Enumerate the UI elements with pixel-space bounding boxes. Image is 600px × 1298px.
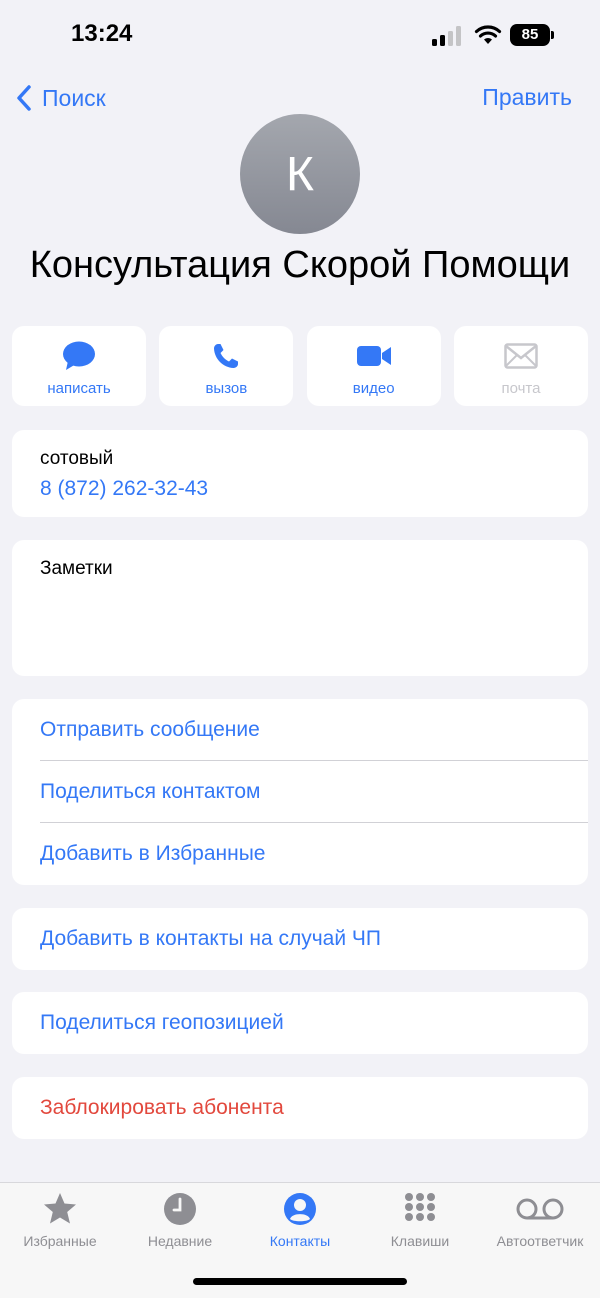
call-action-button[interactable]: вызов [159,326,294,406]
battery-indicator: 85 [510,24,556,46]
share-contact-row[interactable]: Поделиться контактом [12,761,588,823]
tab-contacts-label: Контакты [269,1233,331,1249]
chevron-left-icon [17,85,31,111]
block-card: Заблокировать абонента [12,1077,588,1139]
tab-recents-label: Недавние [147,1233,213,1249]
wifi-icon [474,25,502,44]
message-bubble-icon [63,341,95,370]
back-label: Поиск [42,84,106,111]
emergency-card: Добавить в контакты на случай ЧП [12,908,588,970]
phone-type-label: сотовый [40,448,114,469]
quick-actions: написать вызов видео почта [12,326,588,406]
cellular-signal-icon [432,26,461,46]
mail-envelope-icon [504,343,538,369]
tab-favorites-label: Избранные [23,1233,97,1249]
call-action-label: вызов [205,380,248,397]
notes-label: Заметки [40,558,113,579]
location-card: Поделиться геопозицией [12,992,588,1054]
tab-voicemail-label: Автоответчик [496,1233,584,1249]
battery-tip [551,31,554,39]
add-emergency-contact-row[interactable]: Добавить в контакты на случай ЧП [12,908,588,970]
notes-card[interactable]: Заметки [12,540,588,676]
video-action-button[interactable]: видео [306,326,441,406]
phone-card[interactable]: сотовый 8 (872) 262-32-43 [12,430,588,517]
add-to-favorites-row[interactable]: Добавить в Избранные [12,823,588,885]
tab-keypad-label: Клавиши [390,1233,450,1249]
edit-button[interactable]: Править [482,84,572,111]
status-time: 13:24 [71,20,133,47]
send-message-row[interactable]: Отправить сообщение [12,699,588,761]
star-icon [44,1193,76,1224]
message-action-button[interactable]: написать [12,326,146,406]
avatar: К [240,114,360,234]
home-indicator[interactable] [193,1278,407,1285]
battery-level: 85 [510,24,550,46]
mail-action-button[interactable]: почта [453,326,588,406]
mail-action-label: почта [501,380,541,397]
back-button[interactable]: Поиск [16,82,106,114]
phone-number[interactable]: 8 (872) 262-32-43 [40,477,208,501]
share-location-row[interactable]: Поделиться геопозицией [12,992,588,1054]
block-caller-row[interactable]: Заблокировать абонента [12,1077,588,1139]
voicemail-icon [516,1198,564,1220]
options-group: Отправить сообщение Поделиться контактом… [12,699,588,885]
video-action-label: видео [352,380,395,397]
clock-icon [164,1193,196,1225]
avatar-initial: К [286,147,314,201]
status-bar: 13:24 85 [0,0,600,70]
message-action-label: написать [47,380,111,397]
keypad-icon [405,1193,435,1221]
video-camera-icon [356,346,391,366]
phone-icon [214,344,239,368]
person-circle-icon [284,1193,316,1225]
contact-name: Консультация Скорой Помощи [29,244,571,286]
